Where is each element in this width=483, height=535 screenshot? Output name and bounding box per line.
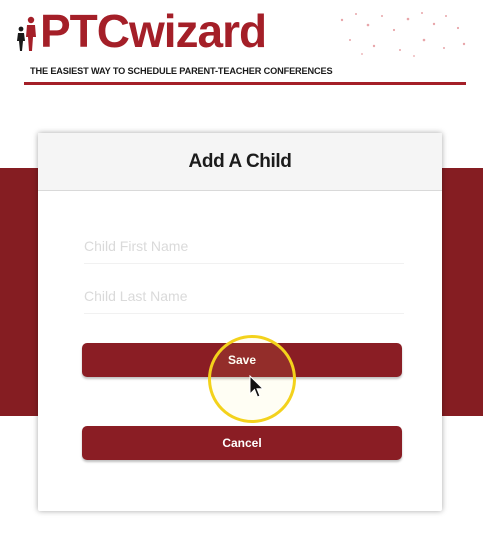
cancel-button[interactable]: Cancel	[82, 426, 402, 460]
add-child-dialog: Add A Child Save Cancel	[38, 133, 442, 511]
arrow-cursor-icon	[249, 375, 265, 398]
logo-wordmark: PTCwizard	[40, 5, 267, 57]
child-first-name-input[interactable]	[84, 229, 404, 264]
parent-child-icon	[17, 16, 36, 51]
dialog-title: Add A Child	[188, 151, 292, 172]
sparkle-stars-icon	[340, 12, 466, 57]
background-band-left	[0, 168, 40, 416]
brand-tagline: THE EASIEST WAY TO SCHEDULE PARENT-TEACH…	[30, 66, 333, 76]
header-divider	[24, 82, 466, 85]
background-band-right	[440, 168, 483, 416]
dialog-header: Add A Child	[38, 133, 442, 191]
brand-logo: PTCwizard	[16, 5, 471, 68]
child-last-name-input[interactable]	[84, 279, 404, 314]
